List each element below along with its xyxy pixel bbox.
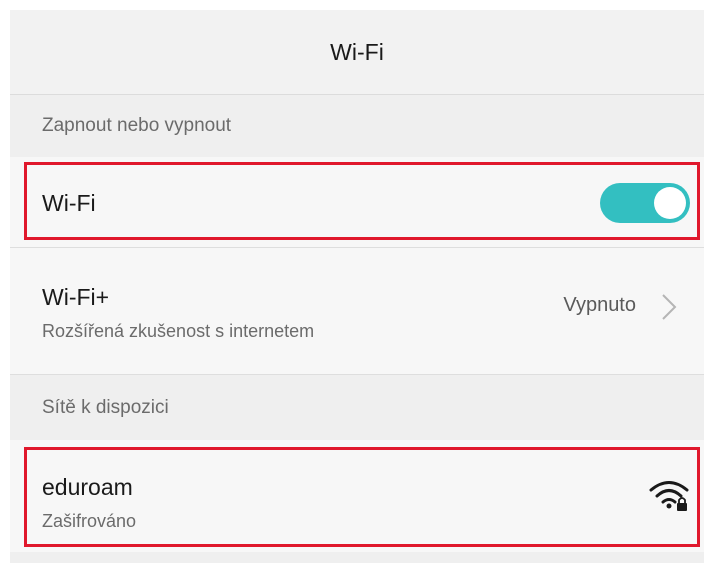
wifi-plus-row[interactable]: Wi-Fi+ Rozšířená zkušenost s internetem … [10,248,704,374]
section-header-networks: Sítě k dispozici [10,374,704,440]
network-ssid: eduroam [42,474,133,500]
wifi-plus-label: Wi-Fi+ [42,284,110,310]
wifi-locked-icon [649,481,689,511]
wifi-toggle-switch[interactable] [600,183,690,223]
network-security: Zašifrováno [42,511,137,531]
section-header-toggle: Zapnout nebo vypnout [10,95,704,157]
wifi-toggle-label: Wi-Fi [42,190,96,216]
page-title: Wi-Fi [10,10,704,95]
toggle-knob [654,187,686,219]
wifi-settings-screen: Wi-Fi Zapnout nebo vypnout Wi-Fi Wi-Fi+ … [10,10,704,563]
wifi-plus-status: Vypnuto [563,294,636,316]
wifi-plus-description: Rozšířená zkušenost s internetem [42,321,315,341]
network-item[interactable]: eduroam Zašifrováno [10,440,704,552]
wifi-toggle-row[interactable]: Wi-Fi [10,157,704,247]
list-bottom-spacer [10,552,704,563]
chevron-right-icon [662,294,677,320]
